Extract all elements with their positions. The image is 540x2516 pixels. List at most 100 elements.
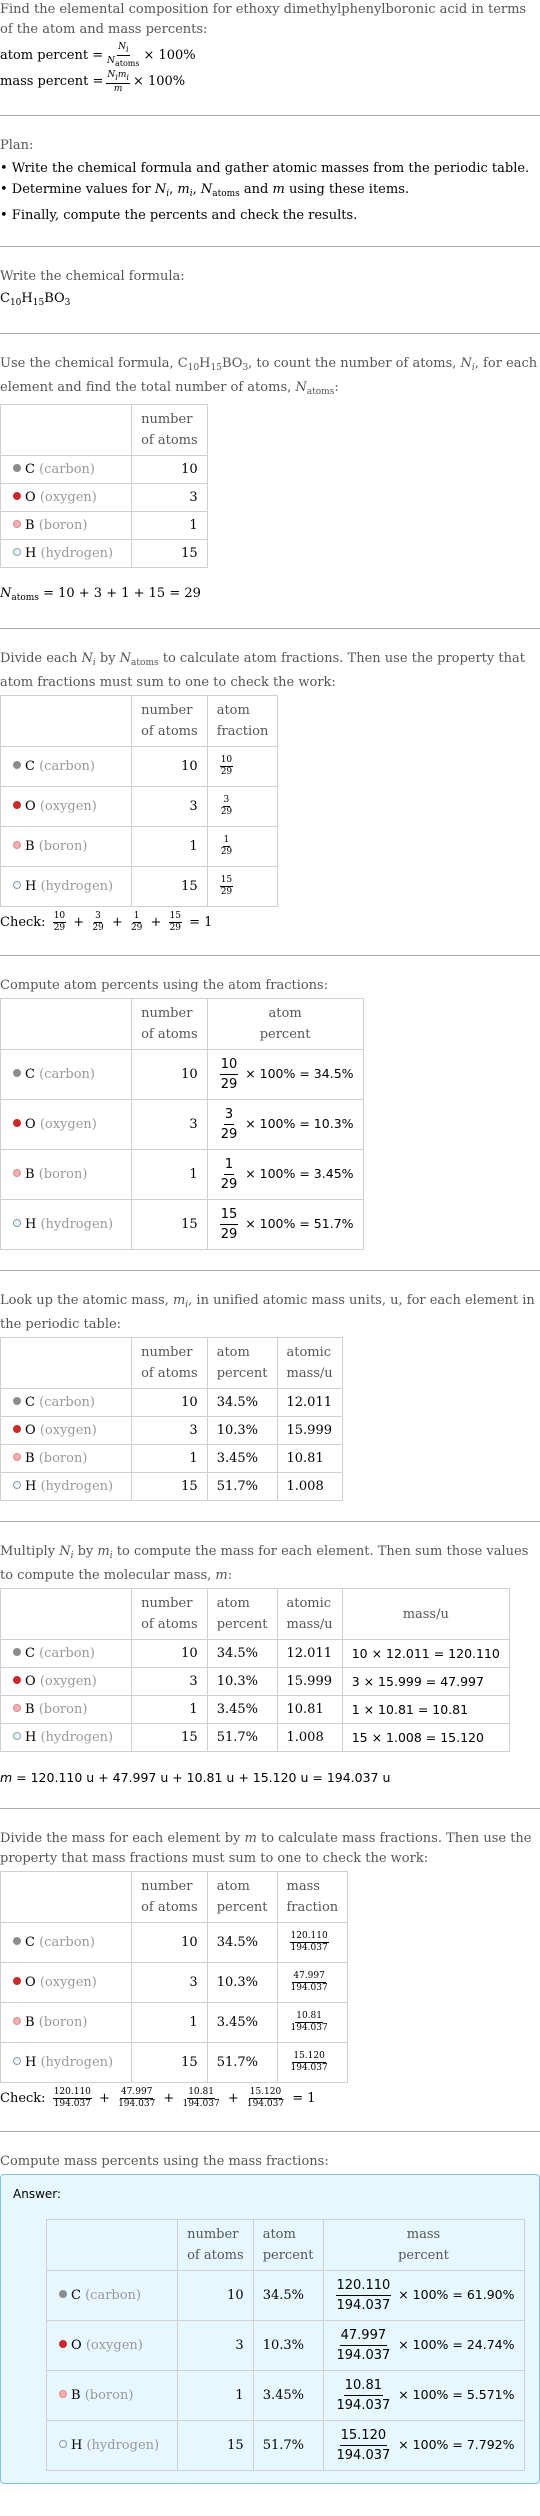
denominator: 29 [91,923,104,934]
atoms-count: 15 [131,866,208,907]
table-row: H (hydrogen) 15 51.7% 15.120 194.037 × 100% … [45,2420,525,2471]
atoms-count: 3 [131,1416,208,1445]
element-symbol: H [25,546,37,561]
header-line: atom [262,2227,296,2242]
table-row: C (carbon) 10 10 29 × 100% = 34.5% [0,1049,364,1100]
denominator: 194.037 [117,2099,156,2110]
formula-subscript: 10 [187,363,200,373]
text: 194.037 [336,2298,391,2313]
symbol-m: m [272,182,285,197]
atom-percent-calc: 10 29 × 100% = 34.5% [206,1049,364,1100]
atom-percent: 3.45% [206,2002,278,2043]
element-cell: C (carbon) [0,746,133,787]
element-symbol: B [25,839,35,854]
mass-fraction-section: Divide the mass for each element by m to… [0,1829,540,2115]
formula-line: C10H15BO3 [0,289,540,313]
denominator: 29 [220,767,233,778]
element-cell: O (oxygen) [0,1962,133,2003]
atoms-count: 15 [131,1472,208,1501]
text: 194.037 [290,2023,328,2033]
numerator: 120.110 [335,2276,392,2296]
answer-label: Answer: [13,2187,62,2201]
header-atom-percent: atom percent [206,1337,278,1389]
numerator: 47.997 [339,2326,388,2346]
fraction: 47.997 194.037 [336,2326,392,2365]
text: × 100% = 61.90% [394,2287,515,2302]
atoms-count: 3 [131,483,208,512]
table-row: H (hydrogen) 15 51.7% 1.008 15 × 1.008 = 15.… [0,1723,510,1752]
element-color-dot-icon [13,761,21,769]
table-row: H (hydrogen) 15 15 29 [0,866,279,907]
denominator: 29 [220,1175,239,1194]
header-atomic-mass: atomic mass/u [276,1588,343,1640]
numerator: 47.997 [119,2087,154,2099]
text: + [146,915,166,930]
formula-multiplier: × 100% [143,47,196,63]
element-name: (hydrogen) [40,1479,114,1494]
mass-fraction: 10.81 194.037 [276,2002,349,2043]
atom-percent: 51.7% [206,1723,278,1752]
fraction: 1 29 [220,835,233,858]
symbol-n-atoms: Natoms [0,586,39,603]
atoms-count: 3 [131,786,208,827]
table-header-row: number of atoms atom fraction [0,695,279,747]
text: by [73,1544,98,1559]
numerator: 10.81 [343,2376,383,2396]
atom-fraction-check: Check: 10 29 + 3 29 + 1 29 + 15 29 = 1 [0,907,540,939]
denominator: 194.037 [246,2099,285,2110]
numerator: 15 [168,911,183,923]
atom-percent-section: Compute atom percents using the atom fra… [0,976,540,1250]
text: 29 [220,1077,238,1092]
element-cell: C (carbon) [0,455,133,484]
element-color-dot-icon [13,520,21,528]
table-row: O (oxygen) 3 3 29 [0,786,279,827]
element-table: number of atoms atom fraction C (carbon) 10 10… [0,695,279,907]
header-line: percent [398,2248,449,2263]
numerator: 10 [219,755,234,767]
answer-box: Answer: number of atoms atom percent mass perc… [0,2174,540,2484]
atom-percent: 10.3% [206,1962,278,2003]
atom-percent: 10.3% [206,1416,278,1445]
numerator: 120.110 [52,2087,92,2099]
header-line: of atoms [141,1617,198,1632]
table-row: C (carbon) 10 34.5% 12.011 10 × 12.011 = 120… [0,1639,510,1668]
header-line: of atoms [141,1027,198,1042]
symbol-m: m [244,1831,257,1846]
element-cell: O (oxygen) [0,1416,133,1445]
header-line: atomic [286,1345,332,1360]
text: 29 [53,923,66,933]
element-symbol: O [71,2338,82,2353]
atoms-count: 10 [177,2270,254,2321]
fraction: 15 29 [219,875,234,898]
text: 120.110 [336,2278,391,2293]
text: 29 [220,847,233,857]
mass-calc: 10 × 12.011 = 120.110 [341,1639,510,1668]
text: by [95,651,120,666]
header-number-of-atoms: number of atoms [131,1871,208,1923]
table-row: H (hydrogen) 15 51.7% 15.120 194.037 [0,2042,349,2083]
text: 10 [220,1057,238,1072]
mass-fraction: 15.120 194.037 [276,2042,349,2083]
element-cell: B (boron) [0,1444,133,1473]
formula-subscript: 3 [64,298,71,308]
table-row: C (carbon) 10 34.5% 12.011 [0,1388,343,1417]
text: 29 [220,807,233,817]
text: 29 [220,1227,238,1242]
atoms-count: 10 [131,1388,208,1417]
atom-percent: 51.7% [252,2420,324,2471]
element-symbol: O [25,1975,36,1990]
header-number-of-atoms: number of atoms [131,1337,208,1389]
symbol-n-i: Ni [460,356,475,373]
numerator: 15.120 [339,2426,388,2446]
text: Use the chemical formula, [0,356,178,371]
fraction: 10.81 194.037 [181,2087,220,2110]
text: 194.037 [246,2099,285,2109]
header-line: of atoms [141,1900,198,1915]
element-name: (carbon) [39,759,96,774]
atom-percent: 51.7% [206,1472,278,1501]
